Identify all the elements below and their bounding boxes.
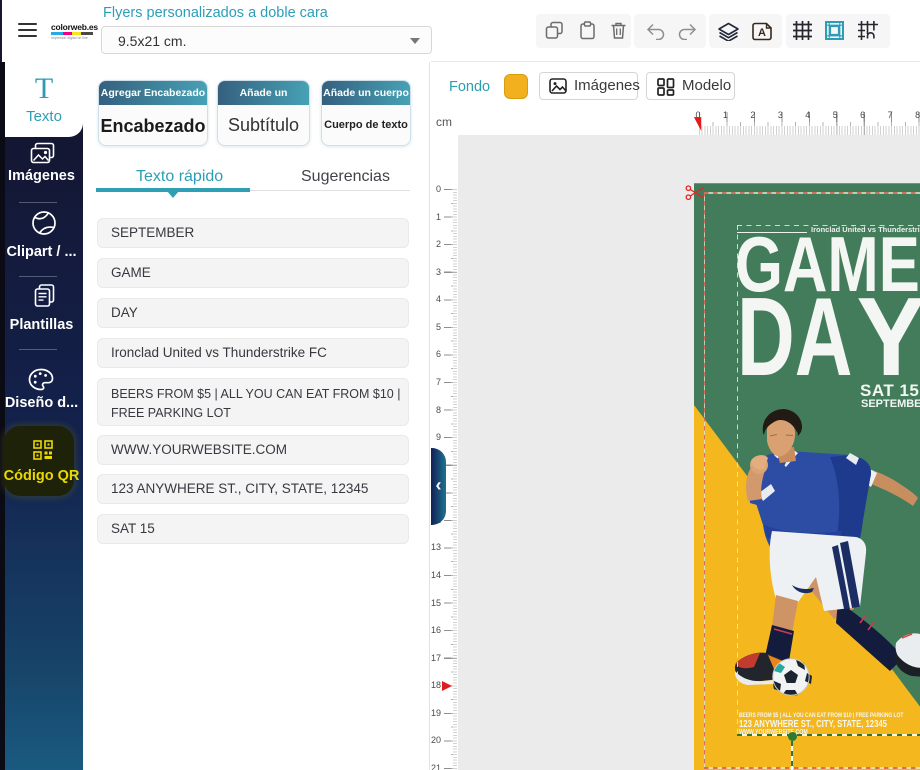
svg-text:A: A bbox=[758, 27, 766, 39]
